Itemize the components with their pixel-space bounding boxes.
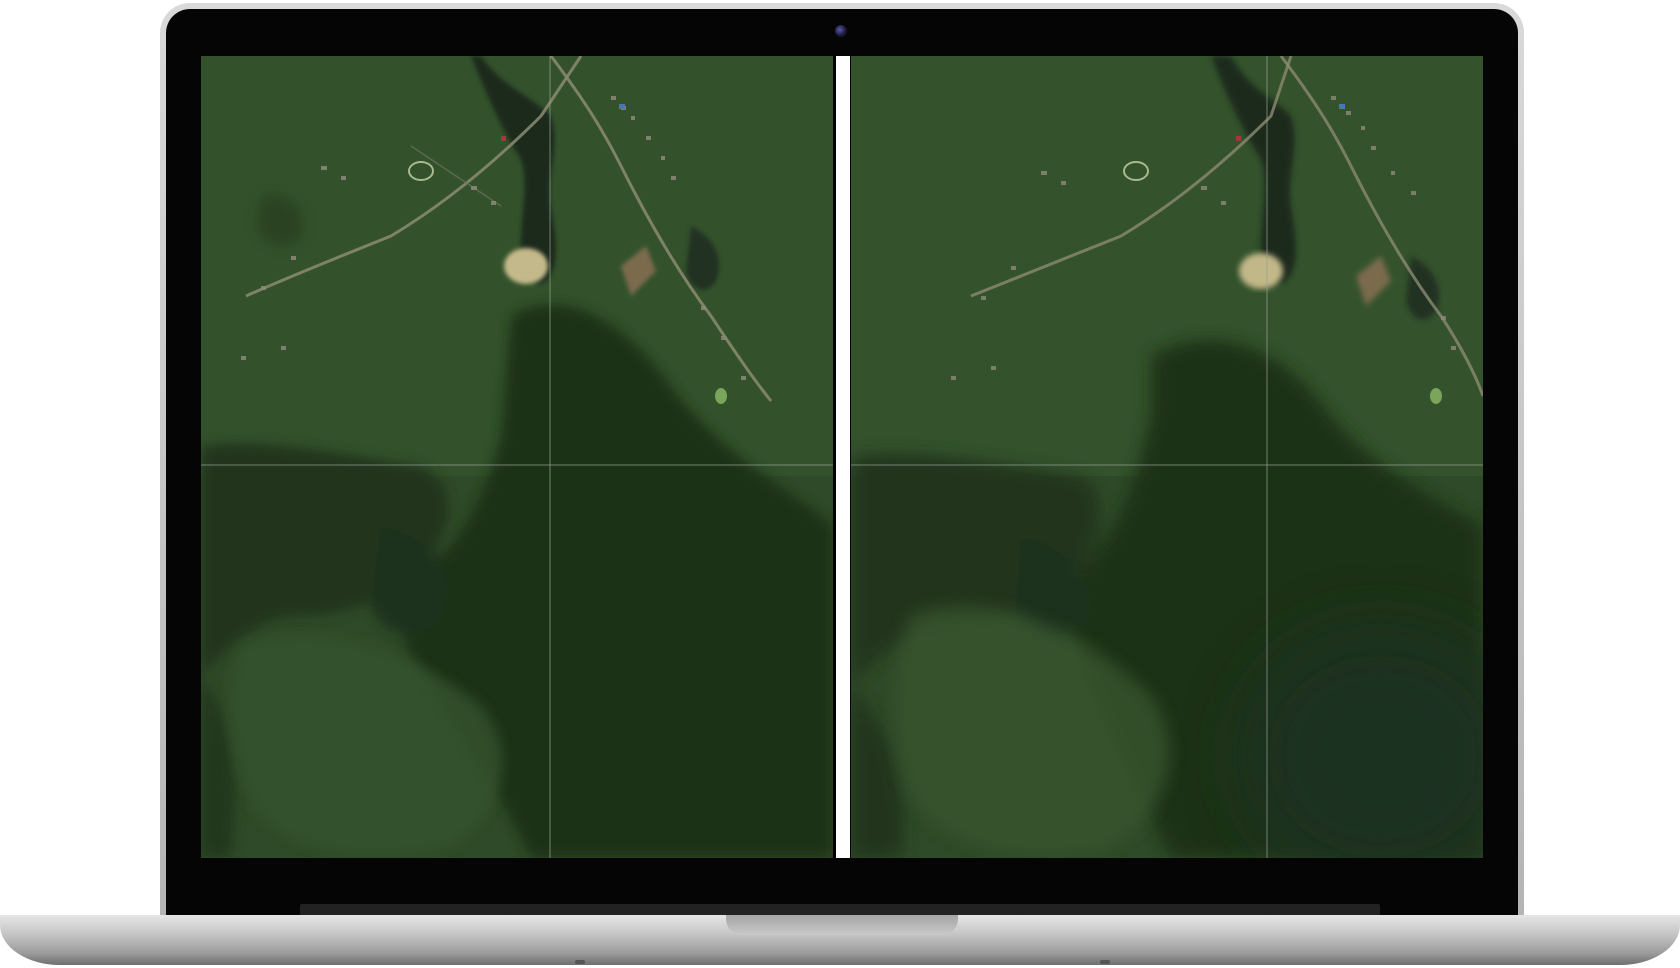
lid-notch bbox=[726, 915, 958, 935]
right-satellite-image bbox=[851, 56, 1483, 858]
left-image-pane[interactable] bbox=[201, 56, 833, 858]
left-satellite-image bbox=[201, 56, 833, 858]
comparison-divider[interactable] bbox=[833, 56, 851, 858]
laptop-foot bbox=[575, 960, 585, 964]
divider-handle[interactable] bbox=[836, 56, 850, 858]
laptop-mockup bbox=[0, 0, 1680, 968]
comparison-viewer bbox=[201, 56, 1483, 858]
webcam-icon bbox=[835, 25, 847, 37]
laptop-foot bbox=[1100, 960, 1110, 964]
right-image-pane[interactable] bbox=[851, 56, 1483, 858]
